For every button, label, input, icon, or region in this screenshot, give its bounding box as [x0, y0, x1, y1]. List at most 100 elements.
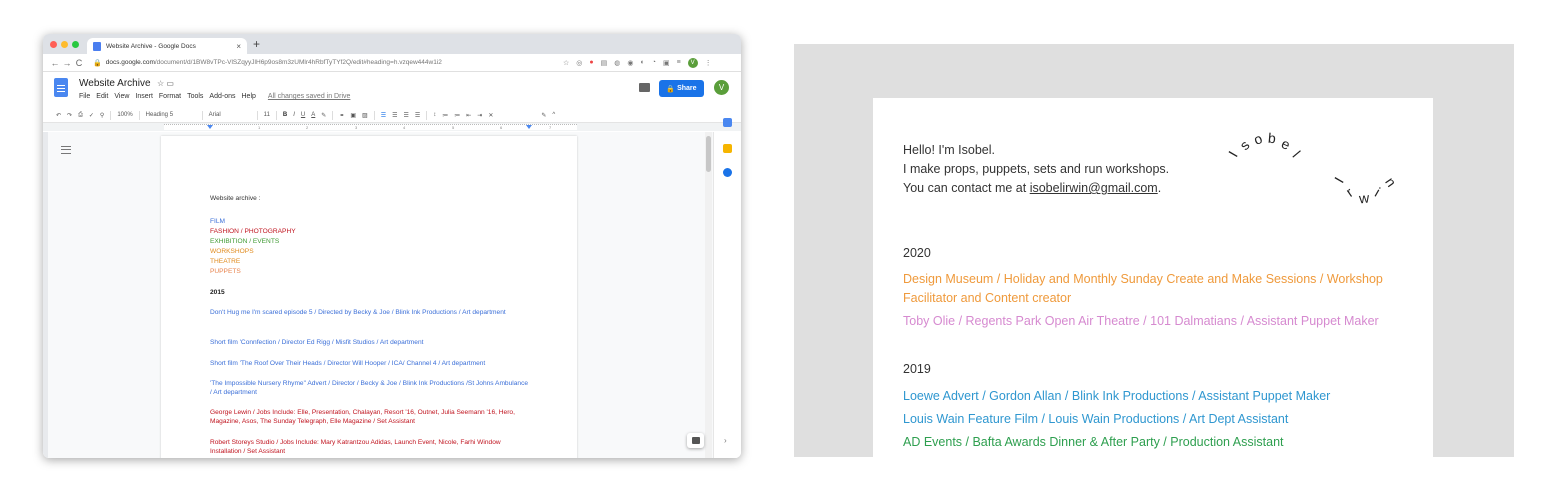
adblock-icon[interactable]: ● [589, 59, 593, 66]
contact-prefix: You can contact me at [903, 181, 1030, 195]
share-label: Share [677, 85, 697, 92]
forward-button[interactable]: → [61, 58, 73, 68]
extension-icon[interactable]: ▣ [663, 59, 670, 67]
extension-icons: ☆ ◎ ● ▤ ◍ ◉ ◐ ◔ ▣ ≡ V ⋮ [563, 57, 712, 68]
docs-header: Website Archive ☆ ▭ File Edit View Inser… [43, 72, 741, 108]
tab-close-icon[interactable]: × [236, 42, 241, 51]
italic-button[interactable]: I [293, 112, 295, 118]
browser-window: Website Archive - Google Docs × + ← → C … [43, 34, 741, 458]
menu-view[interactable]: View [114, 93, 129, 100]
scrollbar[interactable] [705, 132, 712, 458]
image-icon[interactable]: ▨ [362, 112, 368, 119]
divider [201, 110, 203, 120]
bold-button[interactable]: B [283, 112, 287, 118]
bulleted-list-icon[interactable]: ≔ [454, 112, 460, 119]
account-avatar[interactable]: V [714, 80, 729, 95]
project-link[interactable]: Toby Olie / Regents Park Open Air Theatr… [903, 312, 1379, 331]
scrollbar-thumb[interactable] [706, 136, 711, 172]
zoom-select[interactable]: 100% [117, 112, 132, 118]
spellcheck-icon[interactable]: ✓ [89, 112, 94, 119]
logo-letter: I [1225, 148, 1241, 160]
browser-tab[interactable]: Website Archive - Google Docs × [87, 38, 247, 54]
new-tab-button[interactable]: + [253, 37, 260, 51]
paint-format-icon[interactable]: ⚲ [100, 112, 104, 119]
font-size-select[interactable]: 11 [264, 112, 270, 118]
lock-icon: 🔒 [666, 85, 678, 93]
undo-icon[interactable]: ↶ [56, 112, 61, 119]
collapse-icon[interactable]: ^ [552, 112, 555, 118]
document-outline-icon[interactable] [61, 146, 71, 154]
ruler-track: 1 2 3 4 5 6 7 [164, 124, 577, 130]
menu-addons[interactable]: Add-ons [209, 93, 235, 100]
style-select[interactable]: Heading 5 [146, 112, 196, 118]
menu-format[interactable]: Format [159, 93, 181, 100]
underline-button[interactable]: U [301, 112, 305, 118]
url-field[interactable]: 🔒 docs.google.com/document/d/1BW8vTPc-Vl… [93, 56, 553, 69]
tab-title: Website Archive - Google Docs [106, 42, 196, 50]
reload-button[interactable]: C [73, 58, 85, 68]
highlight-icon[interactable]: ✎ [321, 112, 326, 119]
contact-email-link[interactable]: isobelirwin@gmail.com [1030, 181, 1158, 195]
share-button[interactable]: 🔒 Share [659, 80, 704, 97]
numbered-list-icon[interactable]: ≔ [442, 112, 448, 119]
star-folder-icons[interactable]: ☆ ▭ [157, 79, 174, 88]
extension-icon[interactable]: ◔ [652, 59, 656, 66]
comment-add-icon[interactable]: ▣ [350, 112, 356, 119]
project-link[interactable]: Louis Wain Feature Film / Louis Wain Pro… [903, 410, 1288, 429]
align-left-icon[interactable]: ☰ [381, 112, 386, 119]
calendar-icon[interactable] [723, 118, 732, 127]
indent-marker-icon[interactable] [207, 125, 213, 129]
text-color-button[interactable]: A [311, 112, 315, 118]
keep-icon[interactable] [723, 144, 732, 153]
url-path: /document/d/1BW8vTPc-VlSZqyyJlH6p9os8m3z… [154, 59, 442, 66]
ruler: 1 2 3 4 5 6 7 [43, 123, 741, 131]
profile-avatar[interactable]: V [687, 57, 698, 68]
back-button[interactable]: ← [49, 58, 61, 68]
reader-icon[interactable]: ▤ [601, 59, 608, 67]
indent-increase-icon[interactable]: ⇥ [477, 112, 482, 119]
docs-logo-icon[interactable] [54, 78, 68, 97]
line-spacing-icon[interactable]: ↕ [433, 112, 436, 118]
lock-icon: 🔒 [93, 59, 102, 67]
align-center-icon[interactable]: ☰ [392, 112, 397, 119]
chevron-right-icon[interactable]: › [724, 436, 727, 445]
extension-icon[interactable]: ◐ [640, 59, 644, 66]
align-right-icon[interactable]: ☰ [403, 112, 408, 119]
menu-tools[interactable]: Tools [187, 93, 203, 100]
menu-edit[interactable]: Edit [96, 93, 108, 100]
redo-icon[interactable]: ↷ [67, 112, 72, 119]
print-icon[interactable]: ⎙ [78, 112, 83, 119]
project-link[interactable]: Design Museum / Holiday and Monthly Sund… [903, 270, 1393, 308]
comments-icon[interactable] [639, 83, 650, 92]
explore-button[interactable] [687, 433, 704, 448]
menu-list-icon[interactable]: ≡ [677, 59, 681, 66]
pocket-icon[interactable]: ◎ [576, 59, 582, 67]
align-justify-icon[interactable]: ☰ [415, 112, 420, 119]
extension-icon[interactable]: ◍ [614, 59, 620, 67]
ruler-number: 4 [403, 125, 406, 130]
right-indent-marker-icon[interactable] [526, 125, 532, 129]
kebab-menu-icon[interactable]: ⋮ [705, 59, 712, 67]
menu-help[interactable]: Help [242, 93, 256, 100]
doc-category-exhibition: EXHIBITION / EVENTS [210, 238, 280, 245]
document-page[interactable]: Website archive : FILM FASHION / PHOTOGR… [161, 136, 577, 458]
font-select[interactable]: Arial [209, 112, 251, 118]
minimize-window-dot[interactable] [61, 41, 68, 48]
project-link[interactable]: AD Events / Bafta Awards Dinner & After … [903, 433, 1284, 452]
saved-status[interactable]: All changes saved in Drive [268, 93, 351, 100]
tasks-icon[interactable] [723, 168, 732, 177]
document-title[interactable]: Website Archive [79, 78, 151, 89]
doc-category-film: FILM [210, 218, 226, 225]
bookmark-star-icon[interactable]: ☆ [563, 59, 569, 67]
menu-insert[interactable]: Insert [135, 93, 153, 100]
extension-icon[interactable]: ◉ [627, 59, 633, 67]
edit-mode-icon[interactable]: ✎ [541, 112, 546, 119]
tab-bar: Website Archive - Google Docs × + [43, 34, 741, 54]
close-window-dot[interactable] [50, 41, 57, 48]
indent-decrease-icon[interactable]: ⇤ [466, 112, 471, 119]
menu-file[interactable]: File [79, 93, 90, 100]
maximize-window-dot[interactable] [72, 41, 79, 48]
clear-format-icon[interactable]: ✕ [488, 112, 493, 119]
link-icon[interactable]: ⚭ [339, 112, 344, 119]
project-link[interactable]: Loewe Advert / Gordon Allan / Blink Ink … [903, 387, 1330, 406]
